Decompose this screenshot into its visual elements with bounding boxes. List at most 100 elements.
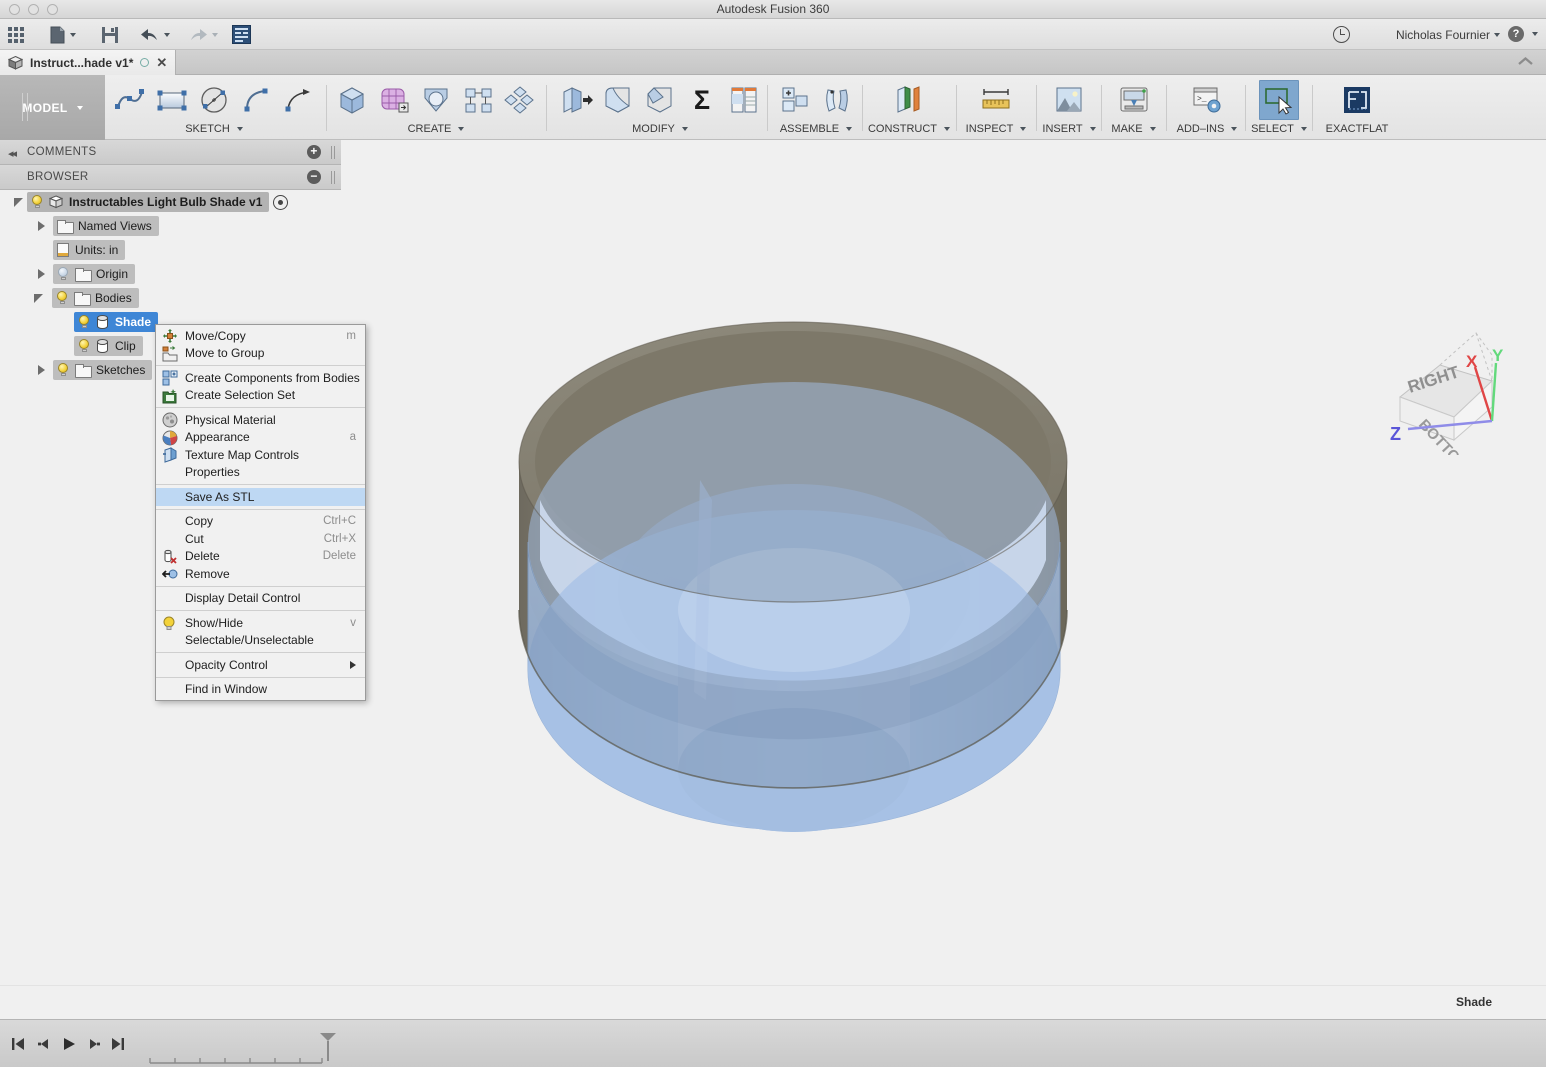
tree-item-origin[interactable]: Origin	[53, 264, 136, 284]
timeline-jump-to-beginning-button[interactable]	[6, 1032, 30, 1056]
tree-item-units[interactable]: Units: in	[53, 240, 126, 260]
timeline-jump-to-end-button[interactable]	[106, 1032, 130, 1056]
timeline-playhead[interactable]	[318, 1032, 338, 1062]
context-menu-item-cut[interactable]: Cut Ctrl+X	[156, 530, 365, 548]
disclosure-right-icon[interactable]	[36, 220, 49, 233]
lightbulb-icon[interactable]	[56, 291, 68, 305]
create-pattern-button[interactable]	[458, 80, 498, 120]
addins-scripts-button[interactable]: >_	[1187, 80, 1227, 120]
panel-grip[interactable]	[331, 171, 335, 184]
ribbon-group-label-exactflat[interactable]: EXACTFLAT	[1326, 120, 1389, 137]
sketch-circle-button[interactable]	[194, 80, 234, 120]
create-revolve-button[interactable]	[416, 80, 456, 120]
sketch-arc-button[interactable]	[236, 80, 276, 120]
context-menu-item-appearance[interactable]: Appearance a	[156, 429, 365, 447]
exactflat-button[interactable]	[1337, 80, 1377, 120]
tree-row-units[interactable]: Units: in	[0, 238, 341, 262]
sketch-spline-button[interactable]	[278, 80, 318, 120]
collapse-ribbon-button[interactable]	[1517, 55, 1534, 70]
chevron-down-icon[interactable]	[1532, 32, 1538, 36]
context-menu-item-physical-material[interactable]: Physical Material	[156, 411, 365, 429]
tree-item-root[interactable]: Instructables Light Bulb Shade v1	[27, 192, 270, 212]
ribbon-group-label-modify[interactable]: MODIFY	[632, 120, 688, 137]
context-menu-item-display-detail-control[interactable]: Display Detail Control	[156, 590, 365, 608]
data-panel-button[interactable]	[232, 19, 251, 50]
modify-chamfer-button[interactable]	[640, 80, 680, 120]
create-form-button[interactable]	[374, 80, 414, 120]
lightbulb-icon[interactable]	[57, 363, 69, 377]
create-mirror-button[interactable]	[500, 80, 540, 120]
timeline-step-forward-button[interactable]	[82, 1032, 106, 1056]
lightbulb-icon[interactable]	[78, 315, 90, 329]
context-menu-item-move-to-group[interactable]: Move to Group	[156, 345, 365, 363]
disclosure-right-icon[interactable]	[36, 268, 49, 281]
recent-history-icon[interactable]	[1333, 26, 1350, 43]
disclosure-down-icon[interactable]	[14, 196, 27, 209]
context-menu-item-texture-map-controls[interactable]: Texture Map Controls	[156, 446, 365, 464]
timeline-play-button[interactable]	[57, 1032, 81, 1056]
assemble-new-component-button[interactable]	[775, 80, 815, 120]
app-grid-button[interactable]	[8, 19, 24, 50]
ribbon-group-label-select[interactable]: SELECT	[1251, 120, 1307, 137]
help-icon[interactable]: ?	[1508, 26, 1524, 42]
context-menu[interactable]: Move/Copy m Move to Group Create Compone…	[155, 324, 366, 701]
lightbulb-icon[interactable]	[57, 267, 69, 281]
tree-item-named-views[interactable]: Named Views	[53, 216, 159, 236]
context-menu-item-properties[interactable]: Properties	[156, 464, 365, 482]
document-tab[interactable]: Instruct...hade v1* ✕	[0, 50, 177, 75]
modify-change-parameters-button[interactable]	[724, 80, 764, 120]
disclosure-down-icon[interactable]	[34, 292, 47, 305]
insert-image-button[interactable]	[1049, 80, 1089, 120]
context-menu-item-create-components[interactable]: Create Components from Bodies	[156, 369, 365, 387]
activate-target-icon[interactable]	[273, 194, 289, 210]
redo-button[interactable]	[188, 19, 218, 50]
user-menu[interactable]: Nicholas Fournier	[1396, 19, 1500, 50]
workspace-switcher[interactable]: MODEL	[0, 75, 105, 140]
ribbon-group-label-create[interactable]: CREATE	[408, 120, 465, 137]
modify-fillet-button[interactable]	[598, 80, 638, 120]
sketch-line-button[interactable]	[110, 80, 150, 120]
disclosure-right-icon[interactable]	[36, 364, 49, 377]
context-menu-item-save-as-stl[interactable]: Save As STL	[156, 488, 365, 506]
add-comment-icon[interactable]: +	[307, 145, 321, 159]
ribbon-group-label-sketch[interactable]: SKETCH	[185, 120, 243, 137]
collapse-panel-icon[interactable]: ◂◂	[8, 147, 17, 160]
inspect-measure-button[interactable]	[976, 80, 1016, 120]
lightbulb-icon[interactable]	[31, 195, 43, 209]
timeline-step-back-button[interactable]	[32, 1032, 56, 1056]
context-menu-item-selectable-unselectable[interactable]: Selectable/Unselectable	[156, 632, 365, 650]
tree-row-named-views[interactable]: Named Views	[0, 214, 341, 238]
collapse-browser-icon[interactable]: −	[307, 170, 321, 184]
chevron-down-icon[interactable]	[164, 32, 170, 37]
timeline-track[interactable]	[140, 1053, 340, 1067]
tree-row-root[interactable]: Instructables Light Bulb Shade v1	[0, 190, 341, 214]
lightbulb-icon[interactable]	[78, 339, 90, 353]
context-menu-item-delete[interactable]: Delete Delete	[156, 548, 365, 566]
tree-item-shade[interactable]: Shade	[74, 312, 159, 332]
context-menu-item-move-copy[interactable]: Move/Copy m	[156, 327, 365, 345]
tree-item-bodies[interactable]: Bodies	[52, 288, 139, 308]
select-button[interactable]	[1259, 80, 1299, 120]
create-extrude-button[interactable]	[332, 80, 372, 120]
ribbon-group-label-addins[interactable]: ADD–INS	[1177, 120, 1238, 137]
construct-offset-plane-button[interactable]	[889, 80, 929, 120]
comments-panel-header[interactable]: ◂◂ COMMENTS +	[0, 140, 341, 165]
tree-row-origin[interactable]: Origin	[0, 262, 341, 286]
ribbon-group-label-inspect[interactable]: INSPECT	[966, 120, 1027, 137]
ribbon-group-label-assemble[interactable]: ASSEMBLE	[780, 120, 853, 137]
tree-item-clip[interactable]: Clip	[74, 336, 143, 356]
close-icon[interactable]: ✕	[156, 56, 167, 69]
ribbon-group-label-construct[interactable]: CONSTRUCT	[868, 120, 951, 137]
chevron-down-icon[interactable]	[212, 32, 218, 37]
ribbon-group-label-insert[interactable]: INSERT	[1042, 120, 1096, 137]
new-file-button[interactable]	[50, 19, 76, 50]
browser-panel-header[interactable]: BROWSER −	[0, 165, 341, 190]
ribbon-group-label-make[interactable]: MAKE	[1111, 120, 1156, 137]
panel-grip[interactable]	[331, 146, 335, 159]
save-button[interactable]	[101, 19, 119, 50]
context-menu-item-remove[interactable]: Remove	[156, 565, 365, 583]
undo-button[interactable]	[140, 19, 170, 50]
tree-item-sketches[interactable]: Sketches	[53, 360, 153, 380]
context-menu-item-find-in-window[interactable]: Find in Window	[156, 681, 365, 699]
make-3d-print-button[interactable]	[1114, 80, 1154, 120]
